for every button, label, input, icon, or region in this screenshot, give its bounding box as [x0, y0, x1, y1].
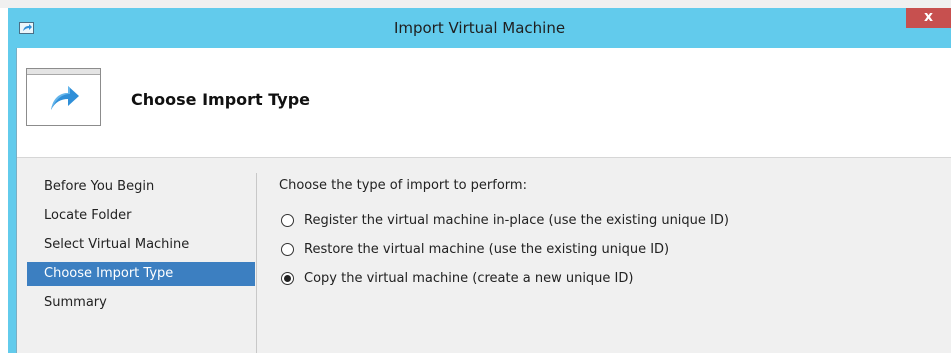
clipped-text-strip: [0, 0, 951, 8]
copy-label: Copy the virtual machine (create a new u…: [304, 271, 634, 286]
import-arrow-icon: [26, 68, 101, 126]
import-type-prompt: Choose the type of import to perform:: [279, 178, 527, 193]
window-title: Import Virtual Machine: [393, 19, 566, 37]
nav-item-before-you-begin[interactable]: Before You Begin: [27, 175, 255, 199]
title-bar[interactable]: Import Virtual Machine x: [8, 8, 951, 48]
nav-item-select-virtual-machine[interactable]: Select Virtual Machine: [27, 233, 255, 257]
page-title: Choose Import Type: [131, 90, 310, 109]
import-vm-dialog: Import Virtual Machine x Choose Import T…: [8, 8, 951, 353]
restore-label: Restore the virtual machine (use the exi…: [304, 242, 670, 257]
close-button[interactable]: x: [906, 8, 951, 28]
wizard-steps-nav: Before You Begin Locate Folder Select Vi…: [17, 158, 257, 353]
nav-item-summary[interactable]: Summary: [27, 291, 255, 315]
nav-item-label: Choose Import Type: [44, 266, 174, 281]
wizard-header: Choose Import Type: [17, 48, 951, 158]
nav-divider: [256, 173, 257, 353]
nav-item-label: Select Virtual Machine: [44, 237, 190, 252]
window-frame-bar: [27, 69, 100, 75]
copy-radio[interactable]: [281, 272, 294, 285]
register-radio[interactable]: [281, 214, 294, 227]
register-label: Register the virtual machine in-place (u…: [304, 213, 729, 228]
nav-item-locate-folder[interactable]: Locate Folder: [27, 204, 255, 228]
restore-radio[interactable]: [281, 243, 294, 256]
nav-item-label: Before You Begin: [44, 179, 155, 194]
nav-item-label: Locate Folder: [44, 208, 132, 223]
nav-item-label: Summary: [44, 295, 107, 310]
dialog-client-area: Choose Import Type Before You Begin Loca…: [16, 48, 951, 353]
nav-item-choose-import-type[interactable]: Choose Import Type: [27, 262, 255, 286]
